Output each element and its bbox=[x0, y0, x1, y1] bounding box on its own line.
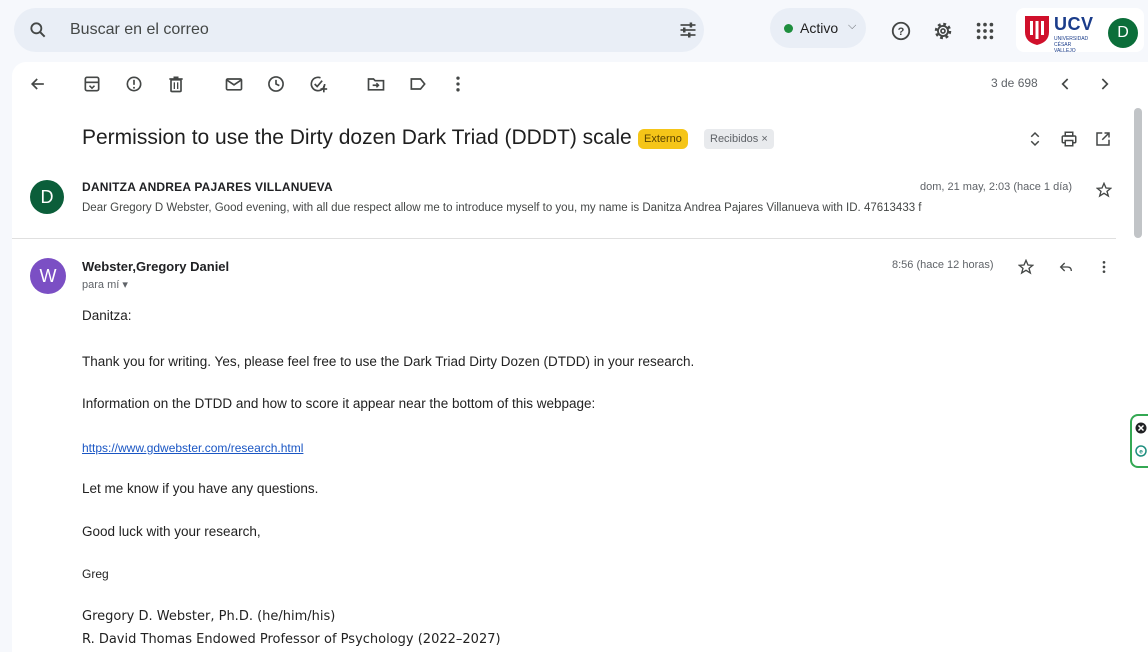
account-avatar[interactable]: D bbox=[1108, 18, 1138, 48]
pager-count: 3 de 698 bbox=[991, 76, 1038, 90]
sender-avatar[interactable]: W bbox=[30, 258, 66, 294]
message-divider bbox=[12, 238, 1116, 239]
expand-all-icon[interactable] bbox=[1026, 130, 1044, 148]
message-paragraph: Good luck with your research, bbox=[82, 524, 261, 539]
svg-text:e: e bbox=[1139, 449, 1143, 456]
more-vert-icon[interactable] bbox=[448, 74, 468, 94]
apps-grid-icon[interactable] bbox=[974, 20, 996, 42]
report-spam-icon[interactable] bbox=[124, 74, 144, 94]
print-icon[interactable] bbox=[1060, 130, 1078, 148]
message-paragraph: Let me know if you have any questions. bbox=[82, 481, 319, 496]
brand-name: UCV bbox=[1054, 14, 1094, 34]
message-paragraph: Thank you for writing. Yes, please feel … bbox=[82, 354, 695, 369]
message-date: 8:56 (hace 12 horas) bbox=[892, 259, 994, 271]
star-icon[interactable] bbox=[1018, 259, 1034, 275]
top-bar: Buscar en el correo Activo ⌵ ? UCV UNIVE… bbox=[0, 0, 1148, 62]
side-panel-widget[interactable]: e bbox=[1130, 414, 1148, 468]
brand-subtitle: UNIVERSIDAD CÉSAR VALLEJO bbox=[1054, 36, 1089, 54]
reply-icon[interactable] bbox=[1058, 259, 1074, 275]
sender-avatar[interactable]: D bbox=[30, 180, 64, 214]
sender-name[interactable]: DANITZA ANDREA PAJARES VILLANUEVA bbox=[82, 180, 333, 194]
search-bar[interactable]: Buscar en el correo bbox=[14, 8, 704, 52]
message-snippet[interactable]: Dear Gregory D Webster, Good evening, wi… bbox=[82, 202, 1012, 214]
archive-icon[interactable] bbox=[82, 74, 102, 94]
signature-title: R. David Thomas Endowed Professor of Psy… bbox=[82, 632, 501, 647]
star-icon[interactable] bbox=[1096, 182, 1112, 198]
message-date: dom, 21 may, 2:03 (hace 1 día) bbox=[920, 181, 1073, 193]
external-badge: Externo bbox=[638, 129, 688, 149]
search-input[interactable]: Buscar en el correo bbox=[70, 21, 209, 39]
label-icon[interactable] bbox=[408, 74, 428, 94]
chevron-right-icon[interactable] bbox=[1094, 74, 1114, 94]
ucv-shield-icon bbox=[1025, 16, 1049, 45]
inbox-label-chip[interactable]: Recibidos × bbox=[704, 129, 774, 149]
email-subject: Permission to use the Dirty dozen Dark T… bbox=[82, 126, 632, 149]
delete-icon[interactable] bbox=[166, 74, 186, 94]
sender-name[interactable]: Webster,Gregory Daniel bbox=[82, 259, 229, 274]
message-paragraph: Information on the DTDD and how to score… bbox=[82, 396, 596, 411]
scrollbar-thumb[interactable] bbox=[1134, 108, 1142, 238]
tune-icon[interactable] bbox=[678, 20, 698, 40]
status-dot bbox=[784, 24, 793, 33]
search-icon[interactable] bbox=[28, 20, 48, 40]
svg-text:?: ? bbox=[898, 26, 905, 38]
recipient-details[interactable]: para mí ▾ bbox=[82, 278, 128, 291]
settings-gear-icon[interactable] bbox=[932, 20, 954, 42]
snooze-icon[interactable] bbox=[266, 74, 286, 94]
add-task-icon[interactable] bbox=[308, 74, 328, 94]
open-in-new-window-icon[interactable] bbox=[1094, 130, 1112, 148]
message-signoff: Greg bbox=[82, 567, 109, 581]
extension-icon[interactable]: e bbox=[1135, 444, 1147, 458]
mark-unread-icon[interactable] bbox=[224, 74, 244, 94]
signature-name: Gregory D. Webster, Ph.D. (he/him/his) bbox=[82, 609, 336, 624]
message-panel: 3 de 698 Permission to use the Dirty doz… bbox=[12, 62, 1148, 652]
move-to-icon[interactable] bbox=[366, 74, 386, 94]
more-vert-icon[interactable] bbox=[1096, 259, 1112, 275]
chevron-left-icon[interactable] bbox=[1056, 74, 1076, 94]
status-selector[interactable]: Activo ⌵ bbox=[770, 8, 866, 48]
message-greeting: Danitza: bbox=[82, 308, 132, 323]
close-icon[interactable] bbox=[1135, 422, 1147, 434]
chevron-down-icon: ⌵ bbox=[848, 20, 857, 32]
help-icon[interactable]: ? bbox=[890, 20, 912, 42]
research-link[interactable]: https://www.gdwebster.com/research.html bbox=[82, 441, 303, 455]
back-arrow-icon[interactable] bbox=[28, 74, 48, 94]
status-label: Activo bbox=[800, 20, 839, 36]
